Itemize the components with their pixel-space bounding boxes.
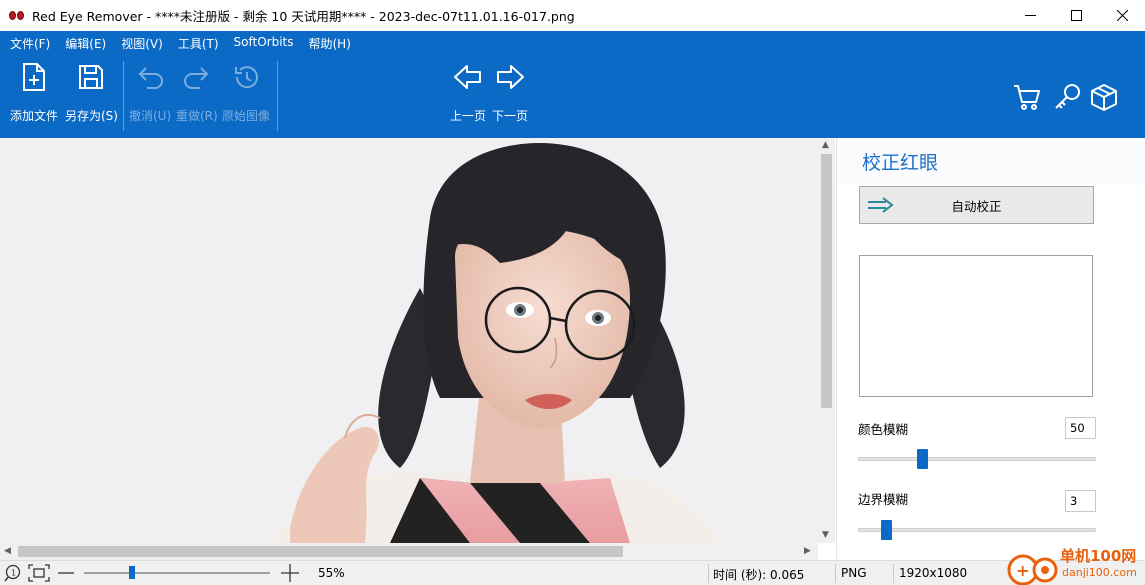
status-bar: 1 55% 时间 (秒): 0.065 PNG 1920x1080	[0, 560, 1145, 585]
next-page-label: 下一页	[492, 109, 529, 123]
fit-to-window-icon[interactable]	[28, 564, 50, 582]
redo-label: 重做(R)	[176, 109, 218, 123]
undo-icon	[134, 61, 166, 93]
cart-button[interactable]	[1011, 81, 1043, 113]
scroll-down-icon[interactable]: ▼	[822, 530, 829, 540]
scroll-up-icon[interactable]: ▲	[822, 140, 829, 150]
color-blur-slider-thumb[interactable]	[917, 449, 929, 469]
close-button[interactable]	[1099, 0, 1145, 31]
red-eye-app-icon	[8, 7, 26, 25]
color-blur-input[interactable]: 50	[1065, 417, 1096, 439]
vertical-scroll-thumb[interactable]	[821, 154, 832, 408]
zoom-actual-size-icon[interactable]: 1	[4, 564, 24, 583]
edge-blur-slider-thumb[interactable]	[880, 520, 892, 540]
original-image-button[interactable]: 原始图像	[222, 61, 270, 124]
panel-header: 校正红眼	[837, 138, 1145, 184]
package-button[interactable]	[1088, 81, 1120, 113]
save-as-label: 另存为(S)	[65, 109, 118, 123]
watermark-url: danji100.com	[1062, 566, 1137, 579]
eye-preview-box	[859, 255, 1093, 397]
arrow-right-icon	[494, 61, 526, 93]
next-page-button[interactable]: 下一页	[492, 61, 528, 124]
maximize-icon	[1070, 10, 1082, 21]
horizontal-scrollbar[interactable]: ◀ ▶	[0, 543, 818, 560]
zoom-slider[interactable]	[84, 572, 270, 574]
auto-correct-button[interactable]: 自动校正	[859, 186, 1094, 224]
image-format: PNG	[841, 566, 867, 580]
status-divider	[893, 564, 894, 583]
watermark-text: 单机100网	[1060, 547, 1137, 565]
menu-softorbits[interactable]: SoftOrbits	[234, 35, 294, 53]
key-button[interactable]	[1051, 81, 1083, 113]
correction-panel: 校正红眼 自动校正 颜色模糊 50 边界模糊 3	[836, 138, 1145, 560]
menu-edit[interactable]: 编辑(E)	[65, 35, 106, 53]
menu-help[interactable]: 帮助(H)	[308, 35, 350, 53]
toolbar-divider	[277, 61, 278, 131]
scroll-right-icon[interactable]: ▶	[804, 546, 811, 556]
add-file-button[interactable]: 添加文件	[10, 61, 58, 124]
zoom-level: 55%	[318, 566, 345, 580]
minimize-button[interactable]	[1007, 0, 1053, 31]
redo-button[interactable]: 重做(R)	[176, 61, 218, 124]
auto-correct-label: 自动校正	[951, 198, 1002, 214]
edge-blur-slider[interactable]	[858, 528, 1096, 532]
scroll-left-icon[interactable]: ◀	[4, 546, 11, 556]
box-icon	[1091, 84, 1117, 111]
menu-file[interactable]: 文件(F)	[10, 35, 50, 53]
watermark-logo: + 单机100网 danji100.com	[1000, 543, 1145, 585]
add-file-label: 添加文件	[10, 109, 59, 123]
svg-text:1: 1	[11, 569, 16, 578]
color-blur-label: 颜色模糊	[858, 422, 909, 437]
prev-page-label: 上一页	[450, 109, 487, 123]
save-icon	[75, 61, 107, 93]
ribbon-toolbar: 文件(F) 编辑(E) 视图(V) 工具(T) SoftOrbits 帮助(H)…	[0, 31, 1145, 138]
redo-icon	[181, 61, 213, 93]
vertical-scrollbar[interactable]: ▲ ▼	[818, 138, 835, 543]
edge-blur-label: 边界模糊	[858, 492, 909, 507]
horizontal-scroll-thumb[interactable]	[18, 546, 623, 557]
menu-view[interactable]: 视图(V)	[121, 35, 163, 53]
menu-tools[interactable]: 工具(T)	[178, 35, 219, 53]
minimize-icon	[1024, 15, 1036, 16]
status-divider	[708, 564, 709, 583]
cart-icon	[1014, 85, 1040, 110]
arrow-left-icon	[452, 61, 484, 93]
window-title: Red Eye Remover - ****未注册版 - 剩余 10 天试用期*…	[32, 9, 575, 24]
zoom-out-icon[interactable]	[58, 566, 74, 580]
add-file-icon	[18, 61, 50, 93]
undo-button[interactable]: 撤消(U)	[129, 61, 171, 124]
original-image-label: 原始图像	[222, 109, 271, 123]
save-as-button[interactable]: 另存为(S)	[65, 61, 118, 124]
portrait-image	[270, 143, 720, 543]
history-icon	[230, 61, 262, 93]
svg-text:+: +	[1016, 561, 1029, 580]
prev-page-button[interactable]: 上一页	[450, 61, 486, 124]
close-icon	[1116, 10, 1128, 21]
menu-bar: 文件(F) 编辑(E) 视图(V) 工具(T) SoftOrbits 帮助(H)	[10, 35, 366, 53]
status-divider	[835, 564, 836, 583]
key-icon	[1055, 84, 1080, 109]
undo-label: 撤消(U)	[129, 109, 172, 123]
processing-time: 时间 (秒): 0.065	[713, 568, 805, 582]
window-controls	[1007, 0, 1145, 31]
edge-blur-input[interactable]: 3	[1065, 490, 1096, 512]
title-bar: Red Eye Remover - ****未注册版 - 剩余 10 天试用期*…	[0, 0, 1145, 31]
maximize-button[interactable]	[1053, 0, 1099, 31]
color-blur-slider[interactable]	[858, 457, 1096, 461]
image-dimensions: 1920x1080	[899, 566, 968, 580]
panel-title: 校正红眼	[862, 152, 939, 174]
zoom-in-icon[interactable]	[281, 564, 299, 582]
toolbar-divider	[123, 61, 124, 131]
zoom-slider-thumb[interactable]	[129, 566, 135, 579]
image-canvas[interactable]	[0, 138, 818, 543]
